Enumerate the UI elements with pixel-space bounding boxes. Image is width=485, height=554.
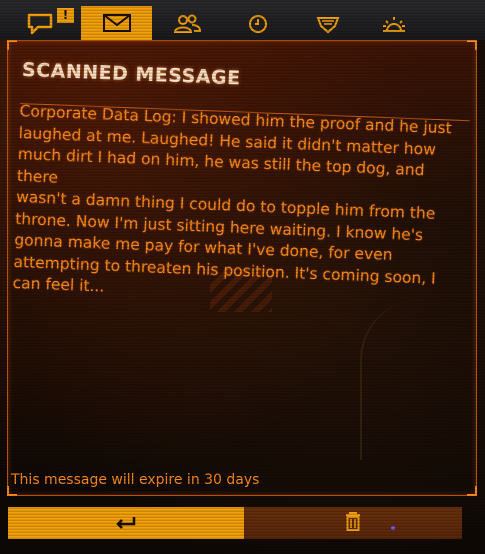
delete-button[interactable] (244, 507, 462, 539)
panel-corner (467, 40, 477, 50)
people-icon (172, 13, 202, 35)
tab-inbox[interactable] (81, 6, 152, 40)
message-panel: SCANNED MESSAGE Corporate Data Log: I sh… (7, 40, 477, 496)
envelope-icon (102, 12, 132, 34)
tab-contacts[interactable] (165, 8, 209, 40)
alert-badge: ! (57, 8, 74, 23)
tab-bar: ! (0, 0, 485, 40)
cursor-dot (391, 526, 395, 530)
tab-squadron[interactable] (306, 8, 350, 40)
tab-comms[interactable] (22, 8, 60, 40)
shield-wings-icon (313, 13, 343, 35)
message-body: Corporate Data Log: I showed him the pro… (12, 101, 467, 312)
trash-icon (343, 510, 363, 536)
chat-bubble-icon (26, 12, 56, 36)
back-button[interactable] (8, 507, 244, 539)
back-arrow-icon (114, 512, 138, 534)
panel-corner (7, 40, 17, 50)
panel-title: SCANNED MESSAGE (21, 59, 241, 90)
clock-icon (246, 12, 270, 36)
gear-icon (379, 13, 409, 35)
expiry-notice: This message will expire in 30 days (11, 472, 260, 488)
panel-corner (467, 486, 477, 496)
tab-history[interactable] (236, 8, 280, 40)
tab-settings[interactable] (372, 8, 416, 40)
